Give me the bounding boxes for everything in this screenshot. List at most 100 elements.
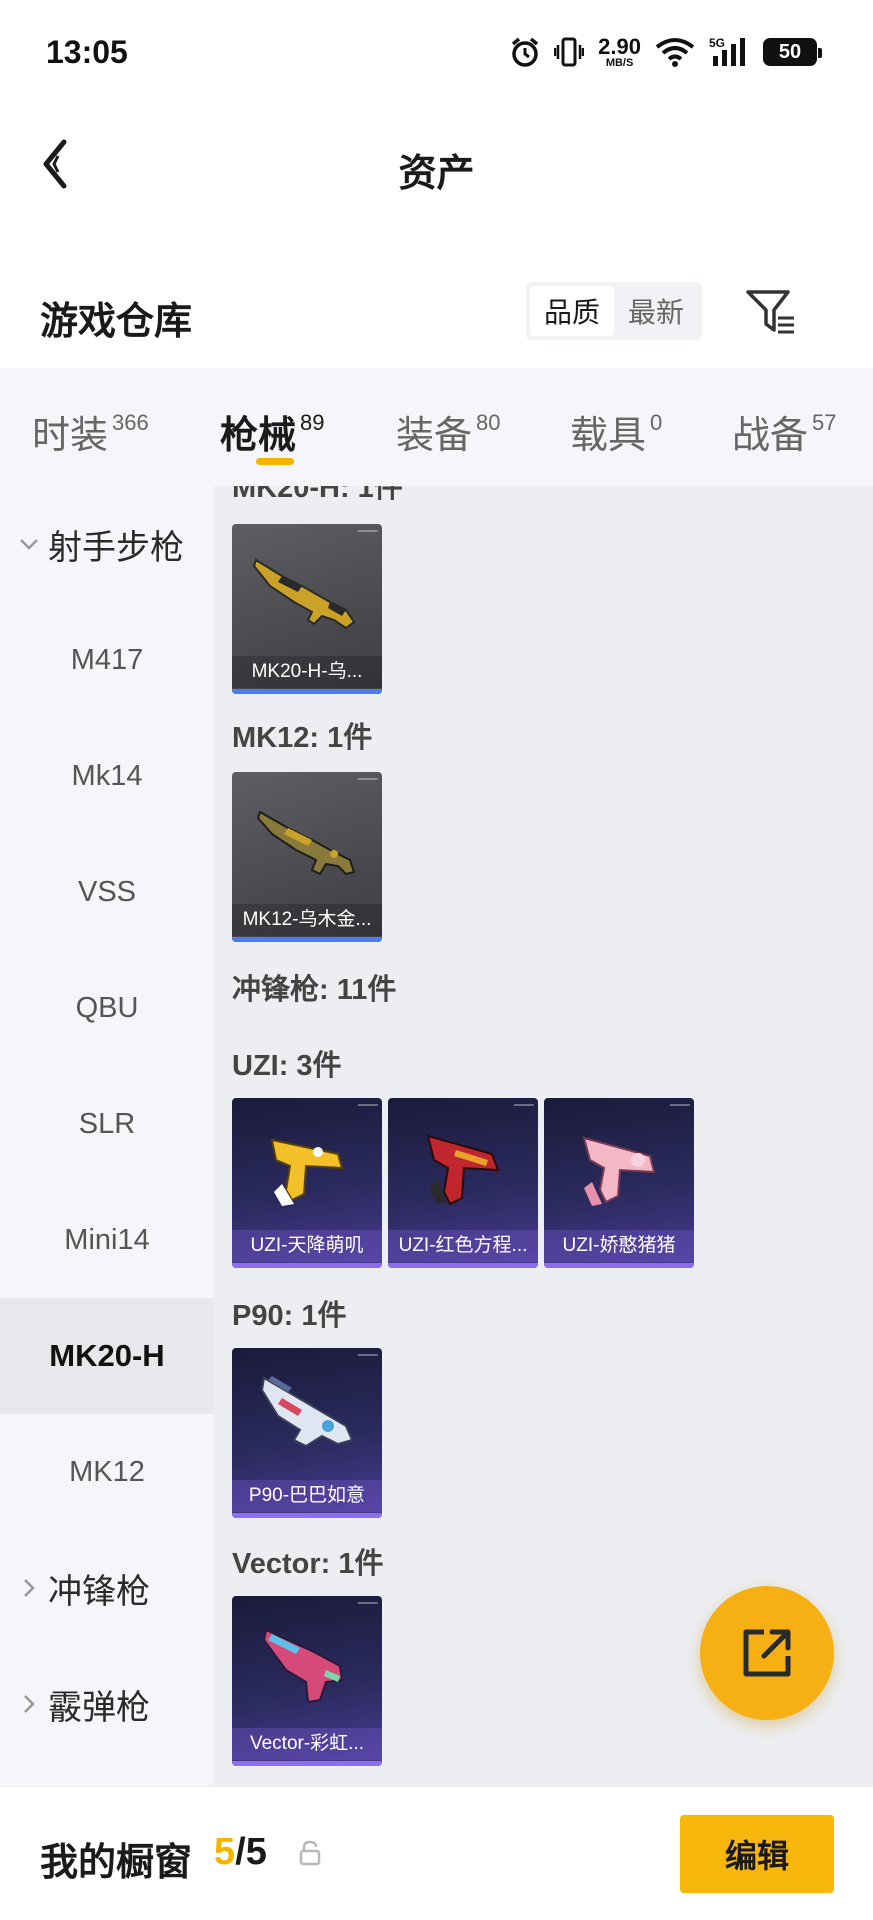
weapon-card-vector[interactable]: Vector-彩虹...	[232, 1596, 382, 1766]
net-speed-value: 2.90	[598, 33, 641, 59]
chevron-down-icon	[20, 539, 38, 550]
sidebar-item-m417[interactable]: M417	[0, 602, 214, 718]
sidebar-item-mk12[interactable]: MK12	[0, 1414, 214, 1530]
smg-icon	[582, 1136, 656, 1206]
edit-button[interactable]: 编辑	[680, 1815, 834, 1893]
showcase-separator: /	[235, 1831, 246, 1873]
battery-level: 50	[778, 41, 802, 63]
smg-icon	[262, 1628, 344, 1704]
active-tab-indicator	[256, 458, 294, 465]
tab-label: 枪械	[220, 415, 297, 457]
weapon-card-uzi-2[interactable]: UZI-红色方程...	[388, 1098, 538, 1268]
section-label-mk12: MK12: 1件	[232, 722, 373, 754]
sidebar-group-marksman[interactable]: 射手步枪	[0, 486, 214, 602]
smg-icon	[260, 1376, 354, 1448]
rarity-bar	[232, 1513, 382, 1518]
tab-count: 366	[112, 410, 149, 435]
tab-fashion[interactable]: 时装 366	[32, 404, 149, 459]
tab-count: 80	[476, 410, 501, 435]
rifle-icon	[252, 558, 356, 630]
card-corner-mark	[353, 1354, 379, 1362]
showcase-total: 5	[245, 1831, 267, 1873]
sort-quality-button[interactable]: 品质	[530, 286, 614, 336]
status-time: 13:05	[46, 34, 128, 70]
sidebar-item-slr[interactable]: SLR	[0, 1066, 214, 1182]
svg-text:5G: 5G	[709, 36, 725, 50]
card-corner-mark	[353, 1602, 379, 1610]
weapon-card-uzi-3[interactable]: UZI-娇憨猪猪	[544, 1098, 694, 1268]
section-label-uzi: UZI: 3件	[232, 1050, 342, 1082]
rarity-bar	[232, 1263, 382, 1268]
share-external-icon	[743, 1629, 791, 1677]
warehouse-title: 游戏仓库	[40, 301, 193, 343]
card-corner-mark	[353, 778, 379, 786]
weapon-card-mk12[interactable]: MK12-乌木金...	[232, 772, 382, 942]
rarity-bar	[388, 1263, 538, 1268]
tab-firearms[interactable]: 枪械 89	[220, 404, 325, 459]
net-speed-unit: MB/S	[605, 56, 634, 69]
rarity-bar	[232, 937, 382, 942]
page-title: 资产	[398, 153, 475, 195]
showcase-label: 我的橱窗	[40, 1842, 193, 1884]
rarity-bar	[232, 689, 382, 694]
section-label-smg: 冲锋枪: 11件	[232, 974, 397, 1006]
sidebar-item-mini14[interactable]: Mini14	[0, 1182, 214, 1298]
sidebar-group-label: 霰弹枪	[48, 1688, 150, 1727]
sidebar-item-vss[interactable]: VSS	[0, 834, 214, 950]
tab-count: 89	[300, 410, 325, 435]
wifi-icon	[655, 38, 695, 67]
status-icons: 2.90 MB/S 5G 50	[510, 33, 822, 70]
status-bar: 13:05 2.90 MB/S 5G 50	[0, 0, 873, 104]
weapon-card-name: MK12-乌木金...	[232, 904, 382, 936]
card-corner-mark	[665, 1104, 691, 1112]
chevron-right-icon	[24, 1579, 35, 1597]
tab-label: 战备	[732, 415, 809, 457]
warehouse-header: 游戏仓库 品质 最新	[0, 224, 873, 368]
tab-supplies[interactable]: 战备 57	[732, 404, 837, 459]
section-label-p90: P90: 1件	[232, 1300, 347, 1332]
tab-label: 时装	[32, 415, 109, 457]
weapon-card-name: UZI-红色方程...	[388, 1230, 538, 1262]
smg-icon	[426, 1134, 500, 1206]
weapon-card-mk20h[interactable]: MK20-H-乌...	[232, 524, 382, 694]
sort-segmented-control: 品质 最新	[526, 282, 702, 340]
rarity-bar	[232, 1761, 382, 1766]
sidebar-item-qbu[interactable]: QBU	[0, 950, 214, 1066]
sidebar-item-mk20h[interactable]: MK20-H	[0, 1298, 214, 1414]
sidebar-group-shotgun[interactable]: 霰弹枪	[0, 1646, 214, 1762]
sidebar-group-label: 射手步枪	[48, 528, 184, 567]
smg-icon	[270, 1138, 344, 1206]
weapon-card-name: MK20-H-乌...	[232, 656, 382, 688]
filter-icon[interactable]	[744, 286, 798, 338]
showcase-count: 5/5	[214, 1831, 267, 1874]
sidebar-group-smg[interactable]: 冲锋枪	[0, 1530, 214, 1646]
card-corner-mark	[509, 1104, 535, 1112]
weapon-type-sidebar: 射手步枪 M417 Mk14 VSS QBU SLR Mini14 MK20-H…	[0, 486, 214, 1786]
tab-label: 装备	[396, 415, 473, 457]
section-label-vector: Vector: 1件	[232, 1548, 384, 1580]
net-speed: 2.90 MB/S	[598, 33, 641, 69]
alarm-icon	[512, 37, 539, 67]
lock-icon	[299, 1840, 321, 1866]
rifle-icon	[256, 810, 356, 876]
weapon-card-p90[interactable]: P90-巴巴如意	[232, 1348, 382, 1518]
weapon-card-name: UZI-天降萌叽	[232, 1230, 382, 1262]
sidebar-group-label: 冲锋枪	[48, 1572, 150, 1611]
sidebar-item-mk14[interactable]: Mk14	[0, 718, 214, 834]
weapon-card-name: P90-巴巴如意	[232, 1480, 382, 1512]
weapon-card-uzi-1[interactable]: UZI-天降萌叽	[232, 1098, 382, 1268]
chevron-right-icon	[24, 1695, 35, 1713]
card-corner-mark	[353, 530, 379, 538]
weapon-card-name: UZI-娇憨猪猪	[544, 1230, 694, 1262]
share-fab-button[interactable]	[700, 1586, 834, 1720]
showcase-bar: 我的橱窗 5/5 编辑	[0, 1786, 873, 1920]
signal-icon: 5G	[709, 36, 745, 66]
showcase-current: 5	[214, 1831, 236, 1873]
tab-vehicles[interactable]: 载具 0	[570, 404, 662, 459]
tab-equipment[interactable]: 装备 80	[396, 404, 501, 459]
tab-count: 57	[812, 410, 837, 435]
sort-latest-button[interactable]: 最新	[614, 286, 698, 336]
card-corner-mark	[353, 1104, 379, 1112]
category-tabs: 时装 366 枪械 89 装备 80 载具 0 战备 57	[0, 368, 873, 486]
tab-count: 0	[650, 410, 663, 435]
